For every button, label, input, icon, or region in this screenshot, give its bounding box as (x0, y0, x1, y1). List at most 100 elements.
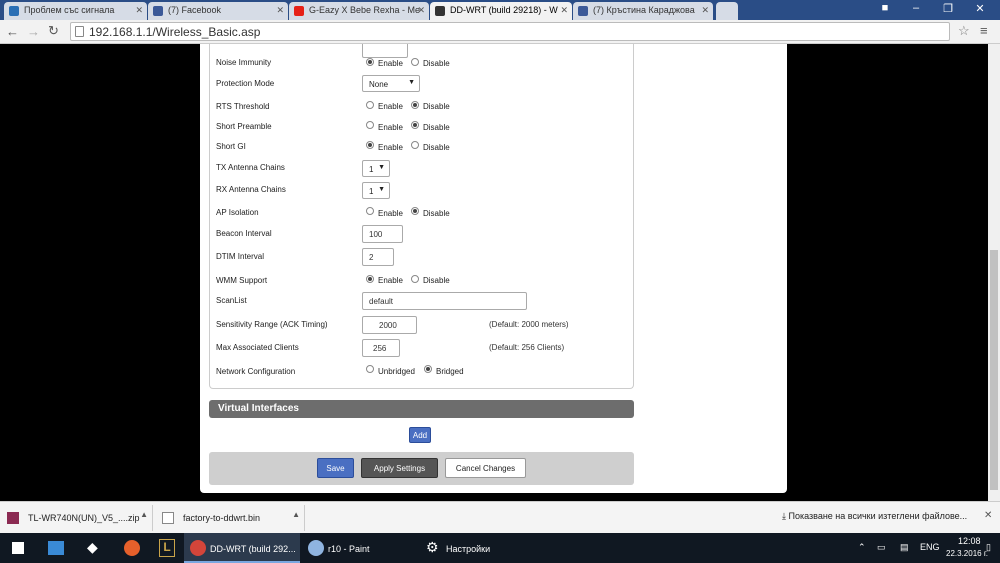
tab-problem[interactable]: Проблем със сигнала ✕ (4, 2, 147, 20)
close-icon[interactable]: ✕ (417, 5, 425, 16)
taskbar-pin[interactable]: L (152, 533, 182, 563)
minimize-icon[interactable]: – (904, 2, 928, 14)
short-preamble-label: Short Preamble (216, 122, 272, 131)
preamble-enable-radio[interactable] (366, 121, 374, 129)
taskbar-pin[interactable] (38, 533, 74, 563)
taskbar-pin[interactable]: ◆ (76, 533, 112, 563)
radio-label: Disable (423, 59, 450, 68)
radio-label: Enable (378, 143, 403, 152)
wmm-disable-radio[interactable] (411, 275, 419, 283)
save-button[interactable]: Save (317, 458, 354, 478)
rts-disable-radio[interactable] (411, 101, 419, 109)
chevron-up-icon[interactable]: ⌃ (858, 542, 866, 553)
windows-icon (12, 542, 24, 554)
paint-icon (308, 540, 324, 556)
keyboard-language[interactable]: ENG (920, 542, 940, 552)
close-downloads-icon[interactable]: ✕ (984, 510, 992, 521)
download-item-zip[interactable]: TL-WR740N(UN)_V5_....zip ▲ (0, 505, 153, 531)
clock-time[interactable]: 12:08 (958, 536, 981, 546)
tab-ddwrt[interactable]: DD-WRT (build 29218) - W ✕ (430, 2, 572, 20)
star-icon[interactable]: ☆ (958, 23, 970, 39)
max-clients-input[interactable]: 256 (362, 339, 400, 357)
radio-label: Disable (423, 276, 450, 285)
beacon-interval-input[interactable]: 100 (362, 225, 403, 243)
clock-date[interactable]: 22.3.2016 г. (946, 549, 988, 558)
close-icon[interactable]: ✕ (701, 5, 709, 16)
chevron-up-icon[interactable]: ▲ (140, 510, 148, 519)
radio-label: Disable (423, 209, 450, 218)
radio-label: Enable (378, 59, 403, 68)
bridged-radio[interactable] (424, 365, 432, 373)
notifications-icon[interactable]: ▯ (986, 542, 991, 553)
ap-isolation-disable-radio[interactable] (411, 207, 419, 215)
max-clients-label: Max Associated Clients (216, 343, 299, 352)
network-icon[interactable]: ▤ (900, 542, 909, 553)
short-gi-label: Short GI (216, 142, 246, 151)
scrollbar-thumb[interactable] (990, 250, 998, 490)
forward-icon[interactable]: → (27, 24, 40, 39)
user-icon[interactable]: ■ (873, 2, 897, 14)
radio-label: Enable (378, 123, 403, 132)
radio-label: Unbridged (378, 367, 415, 376)
maximize-icon[interactable]: ❐ (936, 2, 960, 15)
url-field[interactable]: 192.168.1.1/Wireless_Basic.asp (70, 22, 950, 41)
short-gi-enable-radio[interactable] (366, 141, 374, 149)
preamble-disable-radio[interactable] (411, 121, 419, 129)
apply-settings-button[interactable]: Apply Settings (361, 458, 438, 478)
battery-icon[interactable]: ▭ (877, 542, 886, 553)
explorer-icon (48, 541, 64, 555)
action-bar: Save Apply Settings Cancel Changes (209, 452, 634, 485)
wmm-enable-radio[interactable] (366, 275, 374, 283)
menu-icon[interactable]: ≡ (980, 23, 988, 38)
close-icon[interactable]: ✕ (276, 5, 284, 16)
noise-immunity-disable-radio[interactable] (411, 58, 419, 66)
gear-icon: ⚙ (426, 539, 439, 555)
start-button[interactable] (0, 533, 36, 563)
rx-antenna-label: RX Antenna Chains (216, 185, 286, 194)
back-icon[interactable]: ← (6, 24, 19, 39)
ap-isolation-enable-radio[interactable] (366, 207, 374, 215)
close-window-icon[interactable]: ✕ (968, 2, 992, 15)
sensitivity-input[interactable]: 2000 (362, 316, 417, 334)
facebook-icon (578, 6, 588, 16)
chevron-up-icon[interactable]: ▲ (292, 510, 300, 519)
reload-icon[interactable]: ↻ (48, 23, 59, 39)
tx-antenna-select[interactable]: 1 ▼ (362, 160, 390, 177)
tab-youtube[interactable]: G-Eazy X Bebe Rexha - Me ✕ (289, 2, 429, 20)
short-gi-disable-radio[interactable] (411, 141, 419, 149)
unity-icon: ◆ (87, 539, 98, 555)
show-all-downloads-link[interactable]: ⤓ Показване на всички изтеглени файлове.… (782, 511, 967, 522)
protection-mode-select[interactable]: None ▼ (362, 75, 420, 92)
browser-tab-bar: Проблем със сигнала ✕ (7) Facebook ✕ G-E… (0, 0, 1000, 20)
tab-facebook[interactable]: (7) Facebook ✕ (148, 2, 288, 20)
tab-facebook-2[interactable]: (7) Кръстина Караджова ✕ (573, 2, 713, 20)
add-interface-button[interactable]: Add (409, 427, 431, 443)
rts-enable-radio[interactable] (366, 101, 374, 109)
site-icon (9, 6, 19, 16)
taskbar-pin[interactable] (114, 533, 150, 563)
taskbar-app-chrome[interactable]: DD-WRT (build 292... (184, 533, 300, 563)
firefox-icon (124, 540, 140, 556)
chevron-down-icon: ▼ (378, 164, 385, 171)
new-tab-button[interactable] (716, 2, 738, 20)
dtim-interval-input[interactable]: 2 (362, 248, 394, 266)
scanlist-label: ScanList (216, 296, 247, 305)
chevron-down-icon: ▼ (408, 79, 415, 86)
rts-threshold-label: RTS Threshold (216, 102, 270, 111)
noise-immunity-label: Noise Immunity (216, 58, 272, 67)
download-item-bin[interactable]: factory-to-ddwrt.bin ▲ (155, 505, 305, 531)
rx-antenna-select[interactable]: 1 ▼ (362, 182, 390, 199)
taskbar-app-settings[interactable]: ⚙ Настройки (420, 533, 536, 563)
scanlist-input[interactable]: default (362, 292, 527, 310)
close-icon[interactable]: ✕ (135, 5, 143, 16)
archive-icon (7, 512, 19, 524)
partial-field[interactable] (362, 44, 408, 58)
unbridged-radio[interactable] (366, 365, 374, 373)
close-icon[interactable]: ✕ (560, 5, 568, 16)
max-clients-default-note: (Default: 256 Clients) (489, 343, 565, 352)
radio-label: Enable (378, 276, 403, 285)
address-bar: ← → ↻ 192.168.1.1/Wireless_Basic.asp ☆ ≡ (0, 20, 1000, 44)
noise-immunity-enable-radio[interactable] (366, 58, 374, 66)
cancel-changes-button[interactable]: Cancel Changes (445, 458, 526, 478)
taskbar-app-paint[interactable]: r10 - Paint (302, 533, 418, 563)
